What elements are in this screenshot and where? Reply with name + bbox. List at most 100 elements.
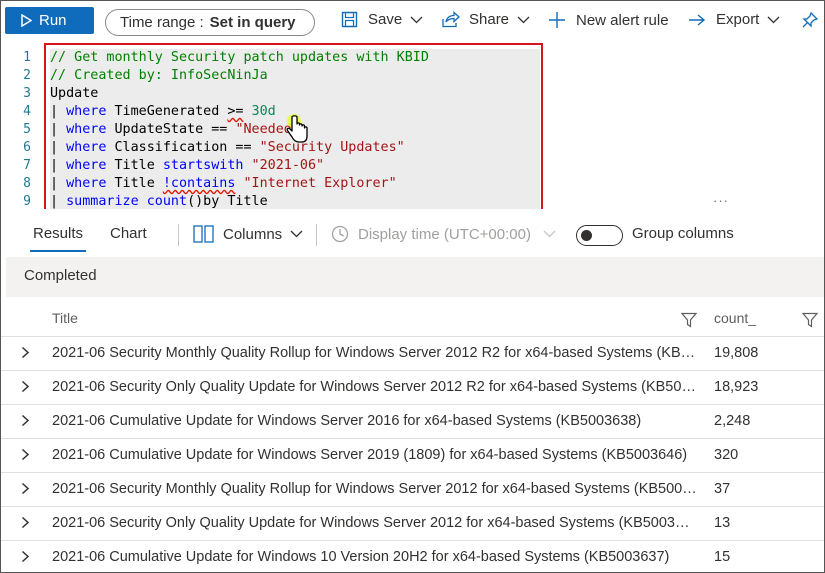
cell-count: 320 [714, 447, 739, 463]
share-button[interactable]: Share [441, 11, 530, 28]
columns-label: Columns [223, 225, 283, 243]
code-line: Update [50, 85, 540, 103]
code-pipe: | [50, 104, 67, 119]
tab-results[interactable]: Results [29, 225, 87, 252]
cell-count: 18,923 [714, 379, 759, 395]
tab-chart[interactable]: Chart [110, 225, 147, 242]
code-keyword: summarize [66, 194, 139, 209]
code-pipe: | [50, 194, 67, 209]
chevron-down-icon [517, 16, 530, 23]
time-range-value: Set in query [209, 14, 296, 31]
display-time-label: Display time (UTC+00:00) [358, 225, 531, 243]
save-button[interactable]: Save [341, 11, 423, 28]
time-range-label: Time range : [120, 14, 204, 31]
new-alert-rule-label: New alert rule [576, 11, 669, 29]
table-row[interactable]: 2021-06 Security Only Quality Update for… [1, 507, 824, 541]
code-pipe: | [50, 158, 67, 173]
chevron-right-icon[interactable] [21, 414, 30, 427]
query-toolbar: Run Time range : Set in query Save Share… [1, 1, 824, 43]
code-operator: !contains [162, 176, 236, 191]
cell-title: 2021-06 Cumulative Update for Windows Se… [52, 447, 688, 463]
column-header-title[interactable]: Title [52, 310, 78, 326]
code-text: UpdateState == [106, 122, 236, 137]
line-number-gutter: 1 2 3 4 5 6 7 8 9 [1, 49, 41, 209]
line-number: 2 [23, 68, 31, 83]
group-columns-label: Group columns [632, 225, 734, 242]
line-number: 9 [23, 194, 31, 209]
plus-icon [549, 12, 565, 28]
chevron-right-icon[interactable] [21, 516, 30, 529]
table-row[interactable]: 2021-06 Cumulative Update for Windows 10… [1, 541, 824, 573]
run-label: Run [39, 12, 67, 29]
code-string: "Internet Explorer" [235, 176, 397, 191]
code-keyword: startswith [162, 158, 244, 173]
code-pipe: | [50, 140, 67, 155]
display-time-dropdown[interactable]: Display time (UTC+00:00) [331, 225, 556, 243]
code-pipe: | [50, 176, 67, 191]
chevron-down-icon [290, 230, 303, 238]
table-row[interactable]: 2021-06 Cumulative Update for Windows Se… [1, 405, 824, 439]
line-number: 3 [23, 86, 31, 101]
code-pipe: | [50, 122, 67, 137]
export-label: Export [716, 11, 760, 28]
chevron-down-icon [767, 16, 780, 23]
chevron-right-icon[interactable] [21, 550, 30, 563]
code-string: "2021-06" [243, 158, 325, 173]
new-alert-rule-button[interactable]: New alert rule [548, 11, 669, 29]
query-status-bar: Completed [6, 257, 824, 297]
filter-icon[interactable] [681, 312, 697, 328]
cell-count: 19,808 [714, 345, 759, 361]
query-editor[interactable]: 1 2 3 4 5 6 7 8 9 // Get monthly Securit… [1, 43, 824, 209]
chevron-right-icon[interactable] [21, 346, 30, 359]
status-text: Completed [24, 267, 97, 284]
export-button[interactable]: Export [688, 11, 780, 28]
code-text: Classification == [106, 140, 260, 155]
cell-count: 13 [714, 515, 731, 531]
pin-button[interactable] [801, 11, 819, 29]
column-header-count[interactable]: count_ [714, 310, 756, 326]
chevron-right-icon[interactable] [21, 448, 30, 461]
columns-button[interactable]: Columns [193, 225, 303, 243]
group-columns-toggle[interactable] [576, 225, 623, 246]
cell-title: 2021-06 Cumulative Update for Windows 10… [52, 549, 670, 565]
code-text: ()by Title [187, 194, 268, 209]
chevron-right-icon[interactable] [21, 482, 30, 495]
chevron-down-icon [410, 16, 423, 23]
code-keyword: where [66, 158, 107, 173]
code-comment: // Get monthly Security patch updates wi… [50, 50, 437, 65]
save-label: Save [368, 11, 403, 28]
results-table-body: 2021-06 Security Monthly Quality Rollup … [1, 337, 824, 573]
line-number: 7 [23, 158, 31, 173]
line-number: 1 [23, 50, 31, 65]
time-range-picker[interactable]: Time range : Set in query [105, 9, 315, 36]
code-comment: // Created by: InfoSecNinJa [50, 68, 268, 83]
code-text: Title [106, 176, 163, 191]
code-operator: >= [227, 104, 244, 119]
line-number: 5 [23, 122, 31, 137]
results-table-header: Title count_ [1, 301, 824, 337]
chevron-down-icon [543, 230, 556, 238]
table-row[interactable]: 2021-06 Security Only Quality Update for… [1, 371, 824, 405]
cell-title: 2021-06 Security Monthly Quality Rollup … [52, 345, 697, 361]
table-row[interactable]: 2021-06 Security Monthly Quality Rollup … [1, 473, 824, 507]
table-row[interactable]: 2021-06 Cumulative Update for Windows Se… [1, 439, 824, 473]
clock-icon [331, 225, 349, 243]
code-keyword: where [66, 176, 107, 191]
filter-icon[interactable] [802, 312, 818, 328]
code-number: 30d [243, 104, 276, 119]
code-keyword: count [146, 194, 188, 209]
editor-resize-handle[interactable]: ··· [713, 193, 729, 208]
chevron-right-icon[interactable] [21, 380, 30, 393]
toolbar-divider [178, 224, 179, 246]
code-keyword: where [66, 122, 107, 137]
code-table-name: Update [50, 86, 99, 101]
table-row[interactable]: 2021-06 Security Monthly Quality Rollup … [1, 337, 824, 371]
share-label: Share [469, 11, 510, 28]
line-number: 8 [23, 176, 31, 191]
line-number: 6 [23, 140, 31, 155]
run-button[interactable]: Run [5, 7, 94, 34]
cell-count: 37 [714, 481, 731, 497]
results-tab-bar: Results Chart Columns Display time (UTC+… [1, 214, 824, 254]
cell-title: 2021-06 Security Only Quality Update for… [52, 515, 697, 531]
columns-icon [193, 225, 214, 243]
